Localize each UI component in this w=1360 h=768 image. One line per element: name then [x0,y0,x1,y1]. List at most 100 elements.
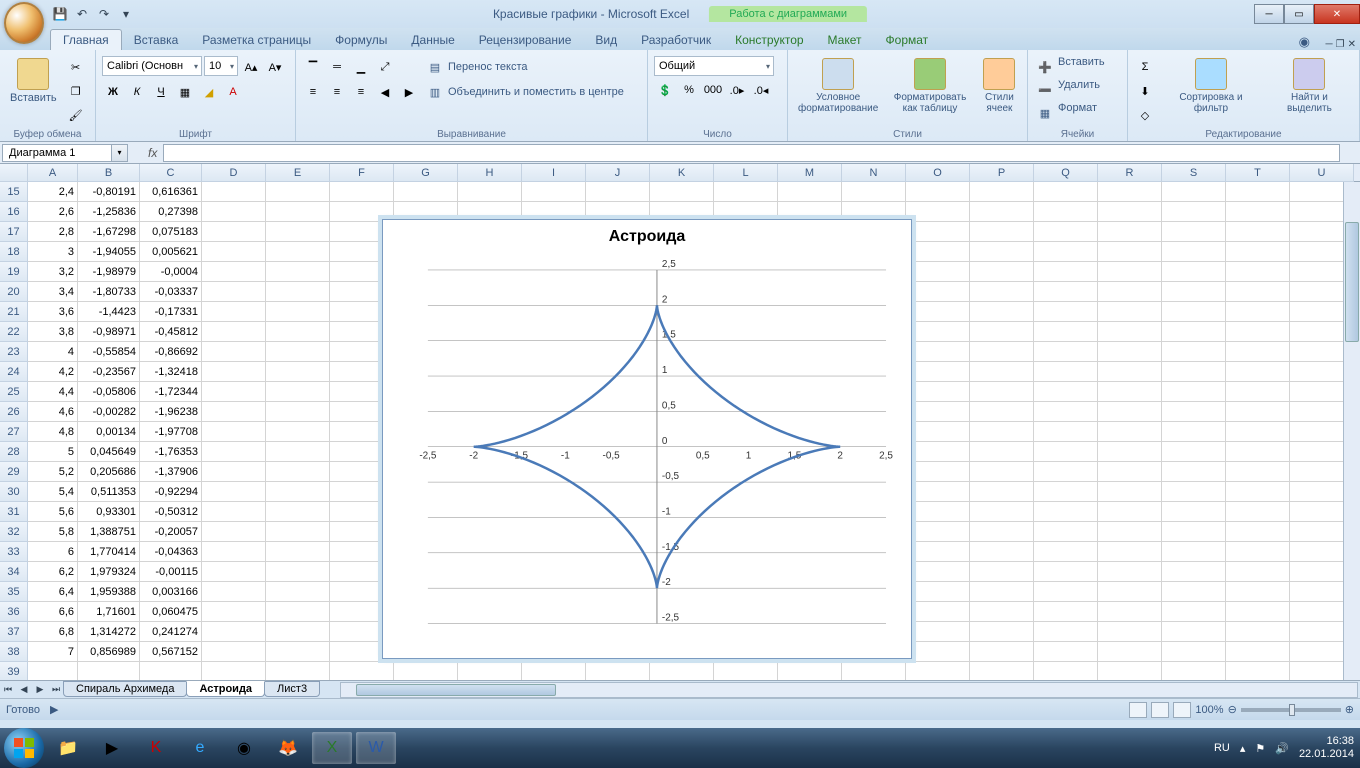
cell[interactable]: -0,17331 [140,302,202,322]
cell[interactable] [970,422,1034,442]
cell[interactable]: 6,8 [28,622,78,642]
cell[interactable] [714,662,778,680]
cell[interactable] [202,342,266,362]
cell[interactable] [330,662,394,680]
align-top-icon[interactable]: ▔ [302,56,324,78]
cell[interactable] [202,222,266,242]
cell[interactable] [1226,462,1290,482]
column-header[interactable]: B [78,164,140,182]
clear-icon[interactable]: ◇ [1134,104,1156,126]
sheet-tab[interactable]: Лист3 [264,681,320,697]
tab-Данные[interactable]: Данные [399,30,466,50]
cell[interactable]: 1,71601 [78,602,140,622]
cell[interactable] [970,242,1034,262]
cell[interactable] [1226,322,1290,342]
cell[interactable]: 0,060475 [140,602,202,622]
taskbar-ie-icon[interactable]: e [180,732,220,764]
cell[interactable] [28,662,78,680]
row-header[interactable]: 16 [0,202,28,222]
cell[interactable]: 3,4 [28,282,78,302]
cell[interactable] [266,602,330,622]
cell[interactable] [1226,642,1290,662]
cell[interactable]: 5,8 [28,522,78,542]
row-header[interactable]: 28 [0,442,28,462]
cell[interactable] [202,182,266,202]
cell[interactable] [1226,422,1290,442]
cell[interactable] [1162,542,1226,562]
cell[interactable] [266,362,330,382]
cell[interactable] [1034,182,1098,202]
mdi-restore-icon[interactable]: ❐ [1336,39,1345,50]
row-header[interactable]: 39 [0,662,28,680]
cell[interactable] [1226,602,1290,622]
paste-button[interactable]: Вставить [6,56,61,106]
cell[interactable] [1226,502,1290,522]
cell[interactable]: 3 [28,242,78,262]
cell[interactable] [1034,322,1098,342]
cell[interactable] [1034,662,1098,680]
cell[interactable]: -0,20057 [140,522,202,542]
cell[interactable] [1098,642,1162,662]
cell[interactable] [1098,522,1162,542]
cell[interactable]: 0,511353 [78,482,140,502]
cell[interactable]: 1,314272 [78,622,140,642]
cell[interactable] [970,462,1034,482]
cell[interactable] [1162,322,1226,342]
cell[interactable] [202,542,266,562]
zoom-slider[interactable] [1241,708,1341,712]
cell[interactable] [1162,342,1226,362]
cell[interactable] [1226,342,1290,362]
align-center-icon[interactable]: ≡ [326,81,348,103]
cell[interactable]: 5 [28,442,78,462]
cell[interactable]: -0,04363 [140,542,202,562]
cell[interactable]: 3,6 [28,302,78,322]
zoom-out-icon[interactable]: ⊖ [1228,703,1237,716]
cell[interactable] [330,182,394,202]
sheet-nav-next-icon[interactable]: ▶ [32,682,48,698]
merge-center-button[interactable]: ▥ Объединить и поместить в центре [424,81,624,103]
cell[interactable] [1034,382,1098,402]
tab-Формулы[interactable]: Формулы [323,30,399,50]
tab-Формат[interactable]: Формат [874,30,941,50]
taskbar-chrome-icon[interactable]: ◉ [224,732,264,764]
column-header[interactable]: A [28,164,78,182]
cell[interactable]: 1,979324 [78,562,140,582]
cell[interactable] [1226,522,1290,542]
cell[interactable]: -0,00115 [140,562,202,582]
align-middle-icon[interactable]: ═ [326,56,348,78]
cell[interactable] [970,442,1034,462]
macro-record-icon[interactable]: ▶ [50,703,58,716]
cell[interactable] [266,502,330,522]
cell[interactable] [1226,242,1290,262]
cell[interactable] [1034,562,1098,582]
cell[interactable] [906,482,970,502]
cell[interactable] [970,302,1034,322]
cell[interactable]: 1,388751 [78,522,140,542]
cell[interactable] [266,582,330,602]
cell[interactable] [1034,602,1098,622]
cell[interactable] [906,542,970,562]
chart-object[interactable]: Астроида -2,5-2-1,5-1-0,500,511,522,5-2,… [382,219,912,659]
cell[interactable] [1226,382,1290,402]
decrease-indent-icon[interactable]: ◀ [374,81,396,103]
cell[interactable] [522,182,586,202]
row-header[interactable]: 31 [0,502,28,522]
cell[interactable] [970,342,1034,362]
cell[interactable] [1034,242,1098,262]
cell[interactable] [202,522,266,542]
cell[interactable] [1098,382,1162,402]
cell[interactable]: 0,00134 [78,422,140,442]
cell[interactable]: -0,80191 [78,182,140,202]
cell[interactable] [1098,542,1162,562]
cell[interactable]: -0,00282 [78,402,140,422]
maximize-button[interactable]: ▭ [1284,4,1314,24]
cell[interactable]: -0,03337 [140,282,202,302]
cell[interactable] [1034,202,1098,222]
cell[interactable] [394,662,458,680]
cell[interactable] [266,422,330,442]
cell[interactable] [1162,182,1226,202]
format-cells-button[interactable]: ▦Формат [1034,102,1097,124]
cell[interactable] [586,182,650,202]
cell[interactable] [202,322,266,342]
cell[interactable] [970,642,1034,662]
